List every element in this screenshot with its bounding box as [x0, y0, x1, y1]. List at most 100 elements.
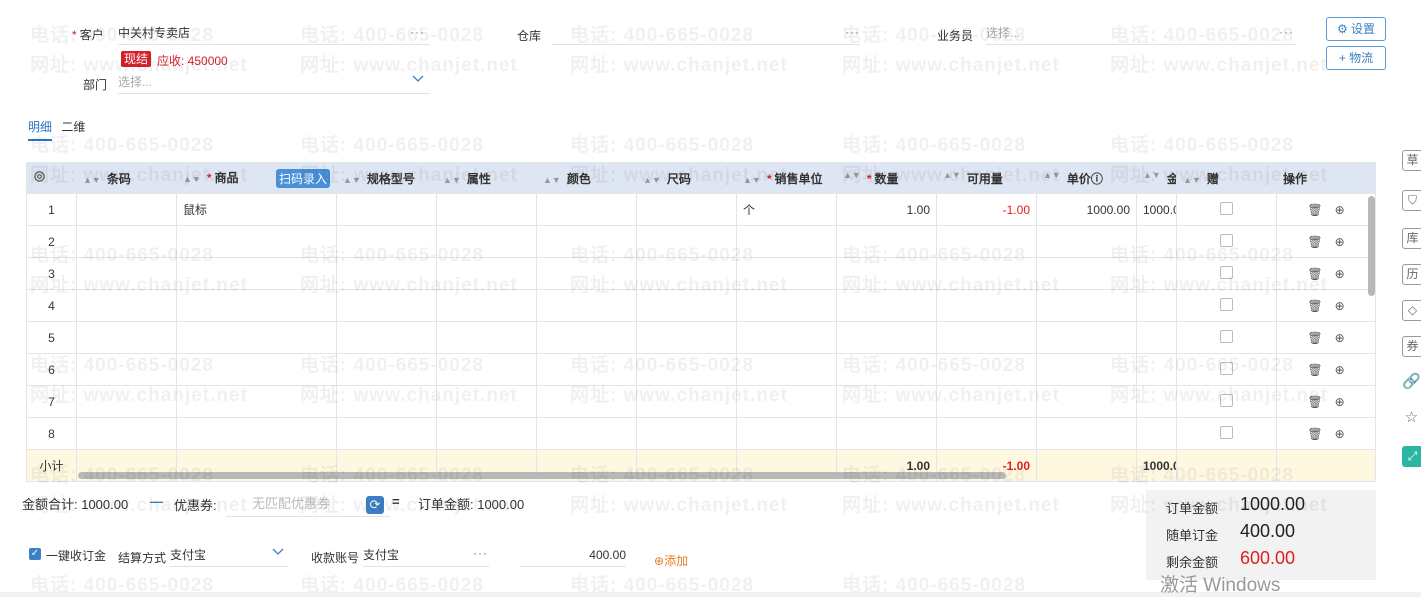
size-cell[interactable]: [636, 353, 737, 386]
scan-entry-button[interactable]: 扫码录入: [275, 168, 330, 188]
qty-cell[interactable]: [836, 385, 937, 418]
gift-checkbox[interactable]: [1176, 193, 1277, 226]
sort-icon[interactable]: ▲▼: [1043, 170, 1061, 180]
delete-icon[interactable]: 🗑: [1307, 203, 1322, 217]
attribute-cell[interactable]: [436, 289, 537, 322]
barcode-cell[interactable]: [76, 225, 177, 258]
price-cell[interactable]: [1036, 225, 1137, 258]
copy-row-icon[interactable]: ⊕: [1335, 267, 1345, 281]
history-icon[interactable]: 历: [1402, 264, 1421, 285]
col-unit[interactable]: ▲▼ * 销售单位: [736, 162, 837, 194]
col-attribute[interactable]: ▲▼ 属性: [436, 162, 537, 194]
warehouse-field[interactable]: [552, 22, 860, 45]
sort-icon[interactable]: ▲▼: [83, 175, 101, 185]
product-cell[interactable]: [176, 417, 337, 450]
deposit-amount-input[interactable]: 400.00: [520, 544, 626, 567]
size-cell[interactable]: [636, 321, 737, 354]
unit-cell[interactable]: [736, 353, 837, 386]
sort-icon[interactable]: ▲▼: [943, 170, 961, 180]
gift-checkbox[interactable]: [1176, 353, 1277, 386]
expand-icon[interactable]: ⤢: [1402, 446, 1421, 467]
sort-icon[interactable]: ▲▼: [343, 175, 361, 185]
color-cell[interactable]: [536, 257, 637, 290]
inventory-icon[interactable]: 库: [1402, 228, 1421, 249]
attribute-cell[interactable]: [436, 193, 537, 226]
amount-cell[interactable]: [1136, 257, 1177, 290]
account-select[interactable]: 支付宝: [363, 544, 489, 567]
copy-row-icon[interactable]: ⊕: [1335, 427, 1345, 441]
product-cell[interactable]: [176, 321, 337, 354]
amount-cell[interactable]: [1136, 225, 1177, 258]
col-available[interactable]: ▲▼ 可用量: [936, 162, 1037, 194]
product-cell[interactable]: 鼠标: [176, 193, 337, 226]
sort-icon[interactable]: ▲▼: [183, 174, 201, 184]
gift-checkbox[interactable]: [1176, 225, 1277, 258]
sort-icon[interactable]: ▲▼: [1183, 175, 1201, 185]
department-field[interactable]: 选择...: [118, 71, 430, 94]
logistics-button[interactable]: + 物流: [1326, 46, 1386, 70]
gift-checkbox[interactable]: [1176, 385, 1277, 418]
delete-icon[interactable]: 🗑: [1307, 299, 1322, 313]
spec-cell[interactable]: [336, 289, 437, 322]
col-price[interactable]: ▲▼ 单价ⓘ: [1036, 162, 1137, 194]
sort-icon[interactable]: ▲▼: [543, 175, 561, 185]
price-cell[interactable]: [1036, 417, 1137, 450]
qty-cell[interactable]: 1.00: [836, 193, 937, 226]
product-cell[interactable]: [176, 385, 337, 418]
amount-cell[interactable]: [1136, 417, 1177, 450]
sort-icon[interactable]: ▲▼: [443, 175, 461, 185]
product-cell[interactable]: [176, 353, 337, 386]
draft-icon[interactable]: 草: [1402, 150, 1421, 171]
col-barcode[interactable]: ▲▼ 条码: [76, 162, 177, 194]
salesperson-field[interactable]: 选择...: [986, 22, 1296, 45]
spec-cell[interactable]: [336, 225, 437, 258]
size-cell[interactable]: [636, 417, 737, 450]
gift-checkbox[interactable]: [1176, 321, 1277, 354]
product-cell[interactable]: [176, 289, 337, 322]
delete-icon[interactable]: 🗑: [1307, 395, 1322, 409]
unit-cell[interactable]: [736, 257, 837, 290]
amount-cell[interactable]: [1136, 289, 1177, 322]
gift-checkbox[interactable]: [1176, 417, 1277, 450]
copy-row-icon[interactable]: ⊕: [1335, 235, 1345, 249]
tab-2d[interactable]: 二维: [61, 118, 85, 139]
barcode-cell[interactable]: [76, 257, 177, 290]
qty-cell[interactable]: [836, 353, 937, 386]
barcode-cell[interactable]: [76, 353, 177, 386]
col-size[interactable]: ▲▼ 尺码: [636, 162, 737, 194]
attribute-cell[interactable]: [436, 385, 537, 418]
spec-cell[interactable]: [336, 353, 437, 386]
unit-cell[interactable]: 个: [736, 193, 837, 226]
attribute-cell[interactable]: [436, 321, 537, 354]
color-cell[interactable]: [536, 193, 637, 226]
settings-button[interactable]: ⚙ 设置: [1326, 17, 1386, 41]
color-cell[interactable]: [536, 225, 637, 258]
col-amount[interactable]: ▲▼金额: [1136, 162, 1177, 194]
price-cell[interactable]: 1000.00: [1036, 193, 1137, 226]
gift-checkbox[interactable]: [1176, 257, 1277, 290]
color-cell[interactable]: [536, 321, 637, 354]
col-spec[interactable]: ▲▼ 规格型号: [336, 162, 437, 194]
tab-detail[interactable]: 明细: [28, 118, 53, 141]
product-cell[interactable]: [176, 225, 337, 258]
barcode-cell[interactable]: [76, 385, 177, 418]
delete-icon[interactable]: 🗑: [1307, 331, 1322, 345]
attribute-cell[interactable]: [436, 257, 537, 290]
salesperson-more-icon[interactable]: ···: [1279, 25, 1294, 39]
qty-cell[interactable]: [836, 257, 937, 290]
sort-icon[interactable]: ▲▼: [643, 175, 661, 185]
amount-cell[interactable]: [1136, 321, 1177, 354]
size-cell[interactable]: [636, 385, 737, 418]
attribute-cell[interactable]: [436, 225, 537, 258]
amount-cell[interactable]: [1136, 353, 1177, 386]
product-cell[interactable]: [176, 257, 337, 290]
customer-field[interactable]: 中关村专卖店: [118, 22, 430, 45]
color-cell[interactable]: [536, 289, 637, 322]
size-cell[interactable]: [636, 225, 737, 258]
delete-icon[interactable]: 🗑: [1307, 363, 1322, 377]
col-color[interactable]: ▲▼ 颜色: [536, 162, 637, 194]
color-cell[interactable]: [536, 353, 637, 386]
delete-icon[interactable]: 🗑: [1307, 235, 1322, 249]
sort-icon[interactable]: ▲▼: [1143, 170, 1161, 180]
color-cell[interactable]: [536, 385, 637, 418]
